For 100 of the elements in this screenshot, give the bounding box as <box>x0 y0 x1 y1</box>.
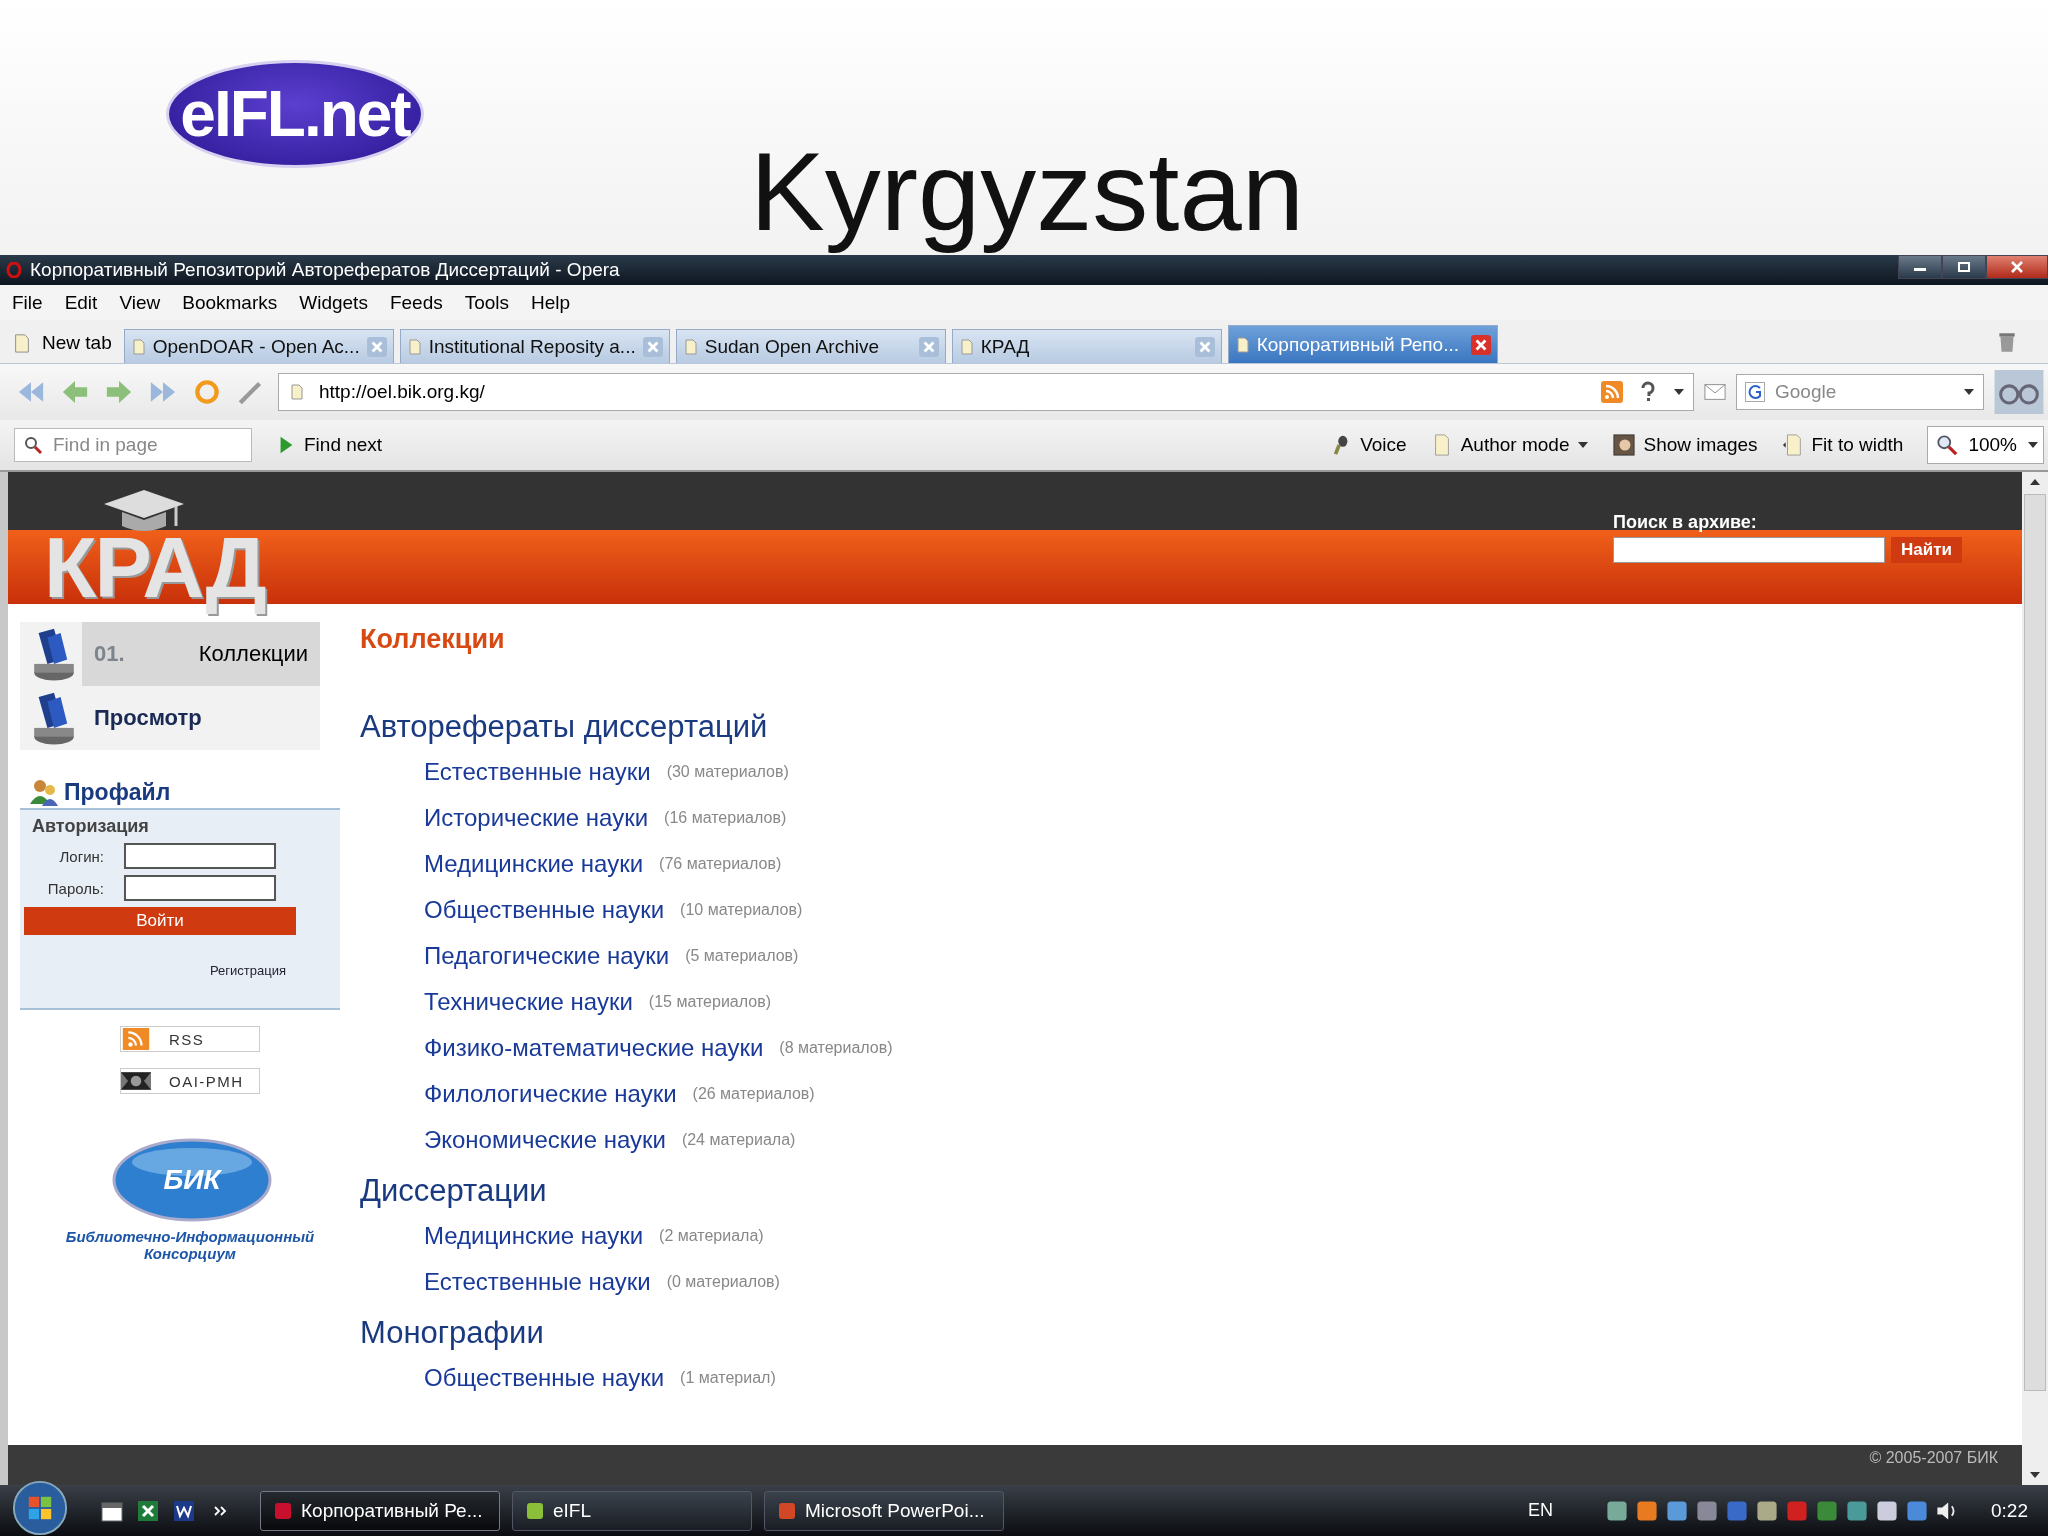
item-count: (10 материалов) <box>680 901 803 919</box>
collection-heading[interactable]: Диссертации <box>360 1173 2022 1209</box>
partner-logo: БИК <box>112 1138 272 1222</box>
feed-badge[interactable]: OAI-PMH <box>120 1068 260 1094</box>
tray-icon[interactable] <box>1755 1498 1779 1523</box>
collection-heading[interactable]: Авторефераты диссертаций <box>360 709 2022 745</box>
page-icon <box>12 333 32 353</box>
menu-item[interactable]: Widgets <box>299 291 368 314</box>
scroll-down-icon[interactable] <box>2029 1471 2041 1479</box>
tray-icon[interactable] <box>1695 1498 1719 1523</box>
collection-link[interactable]: Физико-математические науки <box>424 1034 764 1062</box>
new-tab-button[interactable]: New tab <box>12 323 118 363</box>
browser-tab[interactable]: КРАД <box>951 329 1222 363</box>
taskbar-button[interactable]: Корпоративный Ре... <box>260 1490 500 1531</box>
password-label: Пароль: <box>47 879 104 897</box>
window-title: Корпоративный Репозиторий Авторефератов Диссертаций - Opera <box>30 259 620 281</box>
browser-tab[interactable]: Корпоративный Репо... <box>1227 325 1498 363</box>
page-icon <box>958 338 975 355</box>
auth-heading: Авторизация <box>31 816 150 837</box>
collection-link[interactable]: Естественные науки <box>424 758 651 786</box>
menu-item[interactable]: View <box>119 291 161 314</box>
toolbar-button[interactable]: Show images <box>1613 434 1758 456</box>
login-field[interactable] <box>124 843 276 869</box>
item-count: (24 материала) <box>681 1131 796 1149</box>
rss-icon <box>121 1028 151 1050</box>
app-icon <box>273 1500 293 1521</box>
collection-link[interactable]: Общественные науки <box>424 896 665 924</box>
nav-item[interactable]: 01. Коллекции <box>82 622 320 686</box>
collection-link[interactable]: Медицинские науки <box>424 850 644 878</box>
collection-link[interactable]: Педагогические науки <box>424 942 670 970</box>
menu-item[interactable]: Tools <box>464 291 510 314</box>
close-button[interactable] <box>1986 255 2048 279</box>
dropdown-icon <box>2027 441 2039 449</box>
address-field[interactable]: http://oel.bik.org.kg/ <box>278 373 1694 411</box>
feed-badge[interactable]: RSS <box>120 1026 260 1052</box>
collection-link[interactable]: Естественные науки <box>424 1268 651 1296</box>
dropdown-icon <box>1963 388 1975 396</box>
collection-link[interactable]: Экономические науки <box>424 1126 666 1154</box>
toolbar-button[interactable]: Author mode <box>1430 434 1590 456</box>
zoom-field[interactable]: 100% <box>1927 426 2044 464</box>
menu-item[interactable]: Help <box>531 291 571 314</box>
collection-link[interactable]: Общественные науки <box>424 1364 665 1392</box>
tray-icon[interactable] <box>1665 1498 1689 1523</box>
archive-search-field[interactable] <box>1613 537 1886 563</box>
search-icon <box>23 435 43 455</box>
item-count: (2 материала) <box>659 1227 764 1245</box>
start-button[interactable] <box>12 1479 68 1536</box>
maximize-button[interactable] <box>1942 255 1986 279</box>
collection-link[interactable]: Технические науки <box>424 988 633 1016</box>
restore-icon <box>1957 261 1971 273</box>
find-field[interactable]: Find in page <box>14 428 252 462</box>
menu-item[interactable]: Feeds <box>389 291 443 314</box>
password-field[interactable] <box>124 875 276 901</box>
find-next-button[interactable]: Find next <box>276 434 383 456</box>
close-icon <box>2010 261 2024 273</box>
collection-link[interactable]: Медицинские науки <box>424 1222 644 1250</box>
collection-link[interactable]: Филологические науки <box>424 1080 677 1108</box>
taskbar-button[interactable]: Microsoft PowerPoi... <box>764 1490 1004 1531</box>
chevron-icon[interactable] <box>214 1505 228 1516</box>
fit-width-icon <box>1781 434 1804 456</box>
tray-icon[interactable] <box>1605 1498 1629 1523</box>
tray-icon[interactable] <box>1635 1498 1659 1523</box>
profile-heading: Профайл <box>64 779 171 806</box>
page-icon <box>289 384 305 400</box>
login-label: Логин: <box>59 847 104 865</box>
slide-title: Kyrgyzstan <box>750 128 1304 256</box>
eye-icon <box>121 1070 151 1092</box>
mail-icon[interactable] <box>1704 381 1726 403</box>
dropdown-icon <box>1577 441 1590 449</box>
menu-item[interactable]: Edit <box>64 291 98 314</box>
page-icon <box>130 338 147 355</box>
browser-tab[interactable]: Sudan Open Archive <box>675 329 946 363</box>
menu-item[interactable]: File <box>12 291 43 314</box>
browser-tab[interactable]: OpenDOAR - Open Ac... <box>123 329 394 363</box>
browser-tab[interactable]: Institutional Reposity a... <box>399 329 670 363</box>
login-button[interactable]: Войти <box>24 907 296 935</box>
taskbar-button[interactable]: eIFL <box>512 1490 752 1531</box>
minimize-button[interactable] <box>1898 255 1942 279</box>
item-count: (5 материалов) <box>685 947 799 965</box>
toolbar-button[interactable]: Fit to width <box>1781 434 1904 456</box>
tray-icon[interactable] <box>1905 1498 1929 1523</box>
menu-item[interactable]: Bookmarks <box>182 291 278 314</box>
close-tab-icon[interactable] <box>1470 334 1491 355</box>
tray-icon[interactable] <box>1845 1498 1869 1523</box>
dropdown-icon[interactable] <box>1673 388 1685 396</box>
glasses-icon[interactable] <box>1994 370 2044 414</box>
collection-link[interactable]: Исторические науки <box>424 804 649 832</box>
item-count: (15 материалов) <box>648 993 771 1011</box>
document-icon[interactable] <box>172 1498 196 1523</box>
scroll-up-icon[interactable] <box>2029 478 2041 486</box>
register-link[interactable]: Регистрация <box>210 963 286 978</box>
search-field[interactable]: Google <box>1736 374 1984 410</box>
app-icon <box>525 1500 545 1521</box>
collection-heading[interactable]: Монографии <box>360 1315 2022 1351</box>
language-indicator[interactable]: EN <box>1528 1500 1553 1521</box>
tray-icon[interactable] <box>1875 1498 1899 1523</box>
search-button[interactable]: Найти <box>1891 537 1962 563</box>
spreadsheet-icon[interactable] <box>136 1498 160 1523</box>
eifl-logo: eIFL.net <box>166 60 424 168</box>
toolbar-button[interactable]: Voice <box>1330 434 1407 456</box>
